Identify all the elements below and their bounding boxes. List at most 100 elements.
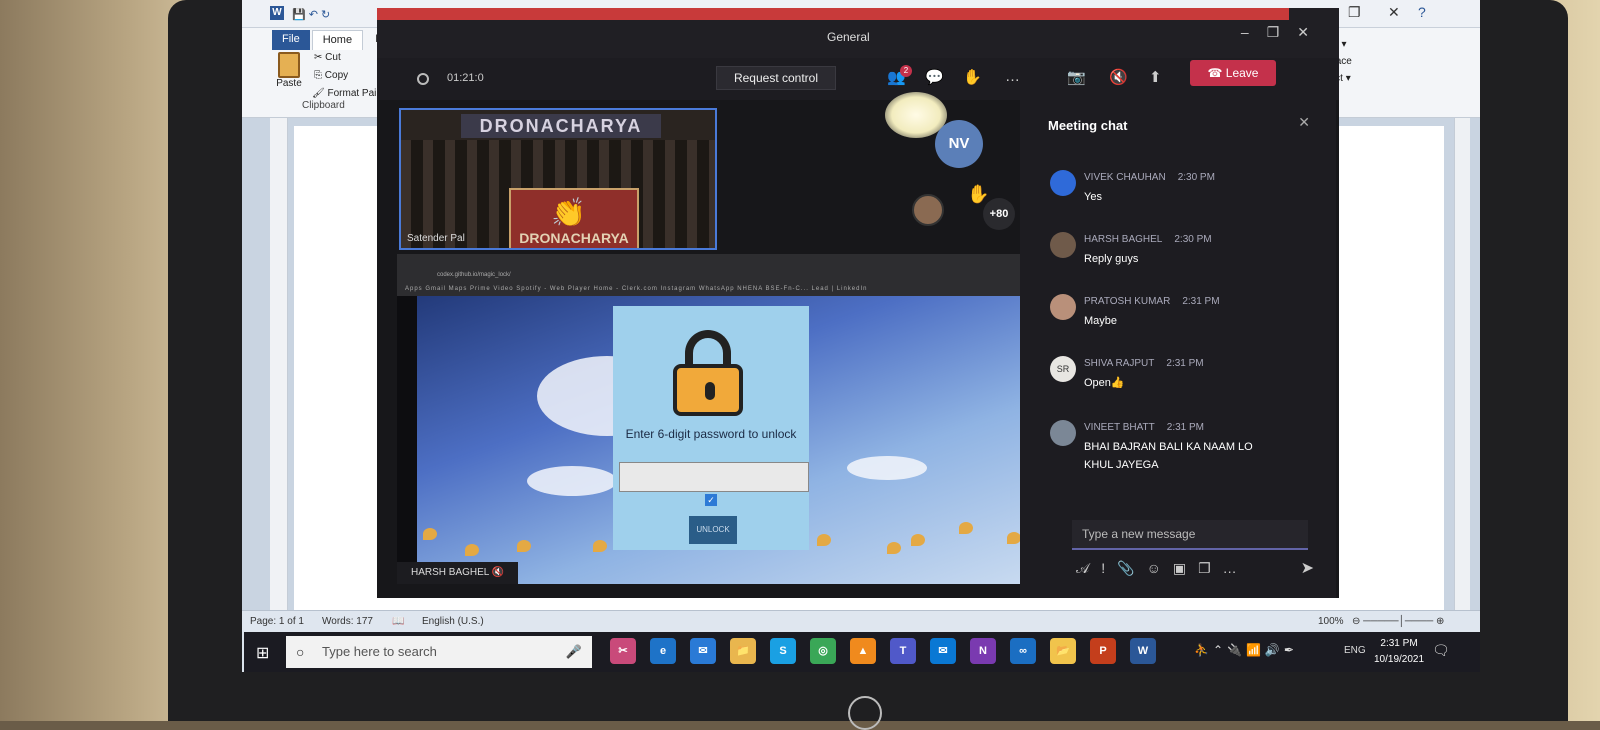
leaf [959,522,973,534]
chat-compose-input[interactable]: Type a new message [1072,520,1308,550]
taskbar-search-box[interactable]: ○ Type here to search 🎤 [286,636,592,668]
password-input[interactable] [619,462,809,492]
folder-icon[interactable]: 📂 [1050,638,1076,664]
word-taskbar-icon[interactable]: W [1130,638,1156,664]
meeting-timer: 01:21:0 [447,72,484,84]
paste-button[interactable]: Paste [274,52,304,89]
unlock-button[interactable]: UNLOCK [689,516,737,544]
windows-start-icon[interactable]: ⊞ [256,643,269,663]
tab-home[interactable]: Home [311,30,364,50]
send-icon[interactable]: ➤ [1301,558,1314,578]
notification-icon[interactable]: 🗨 [1432,642,1450,659]
more-participants[interactable]: +80 [983,198,1015,230]
taskbar-clock[interactable]: 2:31 PM 10/19/2021 [1374,636,1424,668]
chrome-icon[interactable]: ◎ [810,638,836,664]
compose-toolbar[interactable]: 𝒜!📎☺▣❐… [1076,560,1316,577]
chat-time: 2:30 PM [1177,172,1215,183]
maximize-icon[interactable]: ❐ [1348,4,1361,21]
page-count[interactable]: Page: 1 of 1 [250,616,304,627]
zoom-level[interactable]: 100% [1318,616,1344,627]
input-language[interactable]: ENG [1344,645,1366,656]
word-statusbar: Page: 1 of 1 Words: 177 📖 English (U.S.)… [242,610,1480,632]
system-tray[interactable]: ⛹⌃🔌📶🔊✒ [1194,643,1298,657]
mic-off-icon[interactable]: 🔇 [1109,68,1128,86]
recording-icon [417,73,429,85]
teams-meeting-window: General –❐✕ 01:21:0 Request control 👥 2 … [377,8,1339,598]
microphone-icon[interactable]: 🎤 [566,636,582,668]
raised-hand-icon: ✋ [967,184,990,204]
zoom-slider[interactable]: ⊖ ─────│──── ⊕ [1352,616,1444,627]
language-status[interactable]: English (U.S.) [422,616,484,627]
request-control-button[interactable]: Request control [716,66,836,90]
paste-icon [278,52,300,78]
close-chat-icon[interactable]: ✕ [1298,114,1310,131]
chat-meta: VINEET BHATT 2:31 PM [1084,422,1204,433]
presenter-name: HARSH BAGHEL 🔇 [397,562,519,584]
help-icon[interactable]: ? [1418,4,1426,20]
chat-text: Reply guys [1084,253,1139,265]
chat-sender: VIVEK CHAUHAN [1084,172,1166,183]
reactions-icon[interactable]: ✋ [963,68,982,86]
chat-text: Maybe [1084,315,1118,327]
show-password-checkbox[interactable]: ✓ [705,494,717,506]
shared-url: codex.github.io/magic_lock/ [437,272,511,278]
video-speaker-name: Satender Pal [407,233,465,244]
quick-access-toolbar[interactable]: 💾 ↶ ↻ [292,8,330,21]
snip-app-icon[interactable]: ✂ [610,638,636,664]
proofing-icon[interactable]: 📖 [392,616,404,627]
cloud [847,456,927,480]
file-explorer-icon[interactable]: 📁 [730,638,756,664]
skype-icon[interactable]: S [770,638,796,664]
paste-label: Paste [276,78,302,89]
chat-sender: VINEET BHATT [1084,422,1155,433]
clock-date: 10/19/2021 [1374,654,1425,665]
leaf [1007,532,1021,544]
vertical-scrollbar[interactable] [1454,118,1470,610]
stage-banner: DRONACHARYA [461,114,661,138]
chat-icon[interactable]: 💬 [925,68,944,86]
chat-avatar [1050,294,1076,320]
keyhole [705,382,715,400]
vlc-icon[interactable]: ▲ [850,638,876,664]
chat-time: 2:31 PM [1166,358,1204,369]
shared-bookmarks: Apps Gmail Maps Prime Video Spotify - We… [405,286,868,292]
close-icon[interactable]: ✕ [1388,4,1400,21]
meeting-controls: 01:21:0 Request control 👥 2 💬 ✋ … 📷 🔇 ⬆ … [377,58,1339,100]
chat-avatar [1050,170,1076,196]
tab-file[interactable]: File [272,30,310,50]
leave-button[interactable]: ☎ Leave [1190,60,1276,86]
chat-sender: PRATOSH KUMAR [1084,296,1171,307]
word-count[interactable]: Words: 177 [322,616,373,627]
teams-window-controls[interactable]: –❐✕ [1241,24,1327,41]
meeting-title: General [827,30,870,44]
chat-time: 2:30 PM [1174,234,1212,245]
outlook-mail-icon[interactable]: ✉ [930,638,956,664]
cut-label: Cut [325,52,341,63]
more-options-icon[interactable]: … [1005,68,1020,85]
share-screen-icon[interactable]: ⬆ [1149,68,1162,86]
password-prompt: Enter 6-digit password to unlock [625,427,797,441]
infinity-app-icon[interactable]: ∞ [1010,638,1036,664]
internet-explorer-icon[interactable]: e [650,638,676,664]
powerpoint-icon[interactable]: P [1090,638,1116,664]
chat-text: Yes [1084,191,1102,203]
search-icon: ○ [296,644,305,660]
onenote-icon[interactable]: N [970,638,996,664]
participant-avatar[interactable] [912,194,944,226]
teams-titlebar: General –❐✕ [377,8,1339,58]
participant-avatar-nv[interactable]: NV [935,120,983,168]
copy-button[interactable]: ⎘ Copy [314,70,348,81]
presenter-name-text: HARSH BAGHEL [411,567,489,578]
camera-off-icon[interactable]: 📷 [1067,68,1086,86]
laptop-screen: W 💾 ↶ ↻ – ❐ ✕ ? File Home Ins Paste ✂ Cu… [242,0,1480,672]
chat-sender: SHIVA RAJPUT [1084,358,1155,369]
teams-icon[interactable]: T [890,638,916,664]
chat-text: BHAI BAJRAN BALI KA NAAM LO KHUL JAYEGA [1084,441,1253,471]
hp-logo [848,696,882,730]
chat-meta: VIVEK CHAUHAN 2:30 PM [1084,172,1215,183]
chat-title: Meeting chat [1048,118,1128,133]
cut-button[interactable]: ✂ Cut [314,52,341,63]
mail-app-icon[interactable]: ✉ [690,638,716,664]
speaker-video-tile[interactable]: DRONACHARYA DRONACHARYA 👏 Satender Pal [399,108,717,250]
shared-screen: codex.github.io/magic_lock/ Apps Gmail M… [397,254,1022,584]
